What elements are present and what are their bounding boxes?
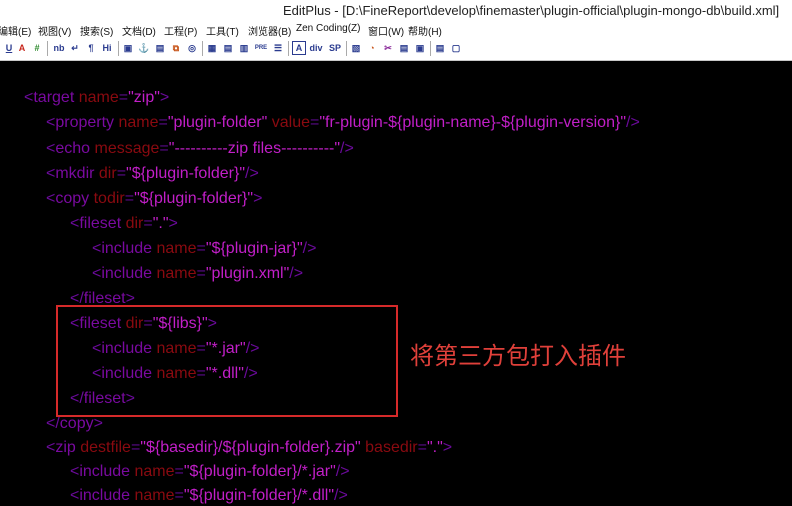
menu-bar: 编辑(E) 视图(V) 搜索(S) 文档(D) 工程(P) 工具(T) 浏览器(…	[0, 22, 792, 38]
code-line: <property name="plugin-folder" value="fr…	[46, 114, 640, 131]
menu-tools[interactable]: 工具(T)	[206, 23, 239, 38]
menu-browser[interactable]: 浏览器(B)	[248, 23, 291, 38]
menu-view[interactable]: 视图(V)	[38, 23, 71, 38]
code-line: <copy todir="${plugin-folder}">	[46, 190, 263, 207]
underline-icon[interactable]: U	[3, 41, 15, 56]
table-row-icon[interactable]: ▤	[222, 41, 234, 56]
horizontal-rule-icon[interactable]: ▤	[154, 41, 166, 56]
toolbar: U A # nb ↵ ¶ Hi ▣ ⚓ ▤ ⧉ ◎ ▦ ▤ ▥ PRE ☰ A …	[0, 38, 792, 61]
link-icon[interactable]: ⧉	[170, 41, 182, 56]
code-line: <target name="zip">	[24, 89, 170, 106]
screen-icon[interactable]: ▤	[434, 41, 446, 56]
table-cell-icon[interactable]: ▥	[238, 41, 250, 56]
nbsp-icon[interactable]: nb	[52, 41, 66, 56]
preview-icon[interactable]: ▣	[414, 41, 426, 56]
menu-window[interactable]: 窗口(W)	[368, 23, 404, 38]
code-editor[interactable]: <target name="zip"> <property name="plug…	[0, 61, 792, 506]
span-icon[interactable]: SP	[328, 41, 342, 56]
line-break-icon[interactable]: ↵	[70, 41, 80, 56]
font-icon[interactable]: A	[292, 41, 306, 55]
color-palette-icon[interactable]: #	[30, 41, 44, 56]
browser-view-icon[interactable]: ▤	[398, 41, 410, 56]
window-icon[interactable]: ▢	[450, 41, 462, 56]
edit-icon[interactable]: ▧	[350, 41, 362, 56]
annotation-highlight-box	[56, 305, 398, 417]
preformatted-icon[interactable]: PRE	[254, 41, 268, 56]
title-bar: EditPlus - [D:\FineReport\develop\finema…	[0, 0, 792, 22]
menu-zen-coding[interactable]: Zen Coding(Z)	[296, 23, 360, 34]
code-line: <include name="plugin.xml"/>	[92, 265, 304, 282]
menu-document[interactable]: 文档(D)	[122, 23, 156, 38]
menu-project[interactable]: 工程(P)	[164, 23, 197, 38]
code-line: <echo message="----------zip files------…	[46, 140, 354, 157]
window-title: EditPlus - [D:\FineReport\develop\finema…	[283, 3, 780, 18]
color-picker-icon[interactable]: ◔	[366, 41, 378, 56]
cut-icon[interactable]: ✂	[382, 41, 394, 56]
menu-help[interactable]: 帮助(H)	[408, 23, 442, 38]
menu-edit[interactable]: 编辑(E)	[0, 23, 31, 38]
annotation-label: 将第三方包打入插件	[410, 342, 626, 370]
heading-icon[interactable]: Hi	[100, 41, 114, 56]
code-line: </copy>	[46, 415, 103, 432]
table-icon[interactable]: ▦	[206, 41, 218, 56]
font-color-icon[interactable]: A	[16, 41, 28, 56]
target-icon[interactable]: ◎	[186, 41, 198, 56]
anchor-icon[interactable]: ⚓	[138, 41, 150, 56]
code-line: <include name="${plugin-folder}/*.jar"/>	[70, 463, 350, 480]
code-line: <fileset dir=".">	[70, 215, 178, 232]
code-line: <zip destfile="${basedir}/${plugin-folde…	[46, 439, 453, 456]
code-line: <mkdir dir="${plugin-folder}"/>	[46, 165, 259, 182]
list-icon[interactable]: ☰	[272, 41, 284, 56]
code-line: <include name="${plugin-folder}/*.dll"/>	[70, 487, 348, 504]
menu-search[interactable]: 搜索(S)	[80, 23, 113, 38]
image-icon[interactable]: ▣	[122, 41, 134, 56]
code-line: <include name="${plugin-jar}"/>	[92, 240, 317, 257]
div-icon[interactable]: div	[308, 41, 324, 56]
paragraph-icon[interactable]: ¶	[86, 41, 96, 56]
